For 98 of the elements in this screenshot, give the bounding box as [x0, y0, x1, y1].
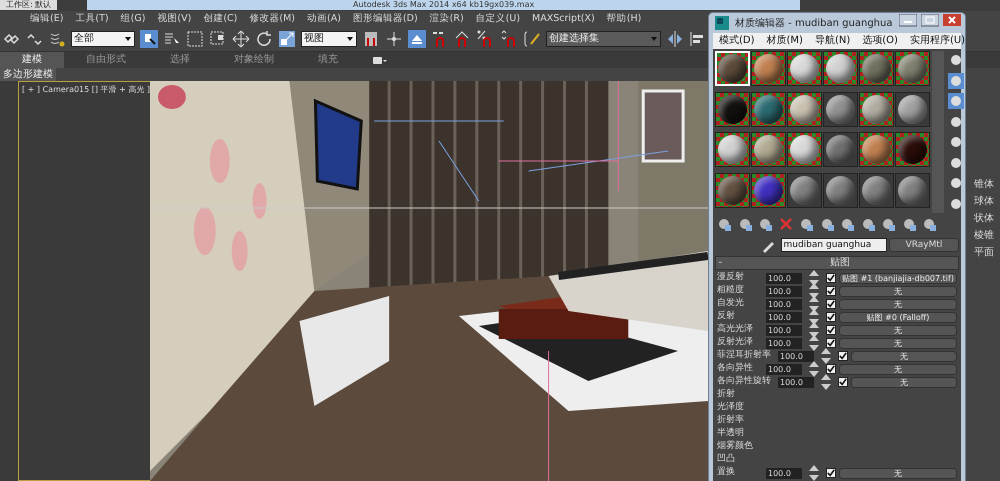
amount-field[interactable]: 100.0 [766, 272, 802, 284]
map-slot-button[interactable]: 无 [839, 298, 957, 310]
mirror-icon[interactable] [666, 30, 684, 48]
checkbox[interactable] [826, 325, 836, 335]
map-slot-button[interactable]: 无 [851, 350, 957, 362]
checkbox[interactable] [838, 351, 848, 361]
map-label: 高光光泽 [717, 323, 754, 336]
manipulate-icon[interactable] [385, 30, 403, 48]
map-label: 各向异性旋转 [717, 375, 772, 388]
menu-item[interactable]: 组(G) [114, 11, 152, 26]
ribbon-tab[interactable]: 选择 [148, 52, 212, 68]
menu-item[interactable]: 实用程序(U) [904, 33, 972, 49]
menu-item[interactable]: 自定义(U) [470, 11, 526, 26]
amount-field[interactable]: 100.0 [766, 364, 802, 374]
amount-field[interactable]: 100.0 [766, 312, 802, 322]
menu-item[interactable]: 编辑(E) [24, 11, 70, 26]
map-slot-button[interactable]: 无 [839, 286, 957, 296]
menu-item[interactable]: 创建(C) [197, 11, 244, 26]
map-label: 半透明 [717, 427, 745, 440]
edit-named-selection-icon[interactable] [523, 30, 541, 48]
command-panel-item[interactable]: 棱锥 [972, 228, 1000, 243]
amount-field[interactable]: 100.0 [766, 286, 802, 296]
collapse-toggle[interactable]: - [716, 255, 722, 270]
checkbox[interactable] [826, 286, 836, 296]
menu-item[interactable]: 选项(O) [856, 33, 904, 49]
rollout-header[interactable]: - 贴图 [715, 256, 959, 270]
panel-label: 多边形建模 [0, 68, 56, 81]
window-title: Autodesk 3ds Max 2014 x64 kb19gx039.max [87, 0, 800, 10]
ribbon-tab[interactable]: 自由形式 [64, 52, 148, 68]
map-label: 置换 [717, 466, 736, 480]
selection-filter-dropdown[interactable]: 全部 [71, 30, 135, 46]
menu-item[interactable]: 修改器(M) [243, 11, 301, 26]
material-type-button[interactable]: VRayMtl [889, 238, 959, 252]
menu-item[interactable]: 视图(V) [151, 11, 198, 26]
amount-field[interactable]: 100.0 [766, 338, 802, 348]
map-label: 反射 [717, 310, 736, 324]
keyboard-shortcut-icon[interactable] [408, 30, 426, 48]
map-label: 凹凸 [717, 453, 736, 466]
menu-item[interactable]: 导航(N) [808, 33, 856, 49]
menu-item[interactable]: MAXScript(X) [526, 11, 601, 26]
amount-field[interactable]: 100.0 [778, 376, 814, 388]
rectangle-selection-icon[interactable] [186, 30, 204, 48]
rollout-title: 贴图 [829, 256, 852, 270]
viewport-label[interactable]: [ + ] Camera015 [] 平滑 + 高光 ] [19, 82, 150, 98]
map-slot-button[interactable]: 贴图 #1 (banjiajia-db007.tif) [839, 272, 957, 284]
move-icon[interactable] [232, 30, 250, 48]
checkbox[interactable] [826, 273, 836, 283]
amount-field[interactable]: 100.0 [766, 468, 802, 478]
map-label: 折射率 [717, 414, 745, 428]
ribbon-tab[interactable]: 建模 [0, 52, 64, 68]
material-name-field[interactable]: mudiban guanghua [780, 238, 886, 252]
map-label: 折射 [717, 388, 736, 402]
checkbox[interactable] [826, 364, 836, 374]
pivot-center-icon[interactable] [362, 30, 380, 48]
map-label: 漫反射 [717, 271, 745, 284]
map-slot-button[interactable]: 无 [839, 324, 957, 336]
ribbon-tab[interactable]: 对象绘制 [212, 52, 296, 68]
checkbox[interactable] [838, 377, 848, 387]
menu-item[interactable]: 模式(D) [713, 33, 761, 49]
map-label: 菲涅耳折射率 [717, 349, 772, 362]
named-selection-dropdown[interactable]: 创建选择集 [546, 30, 661, 46]
ribbon-tab[interactable]: 填充 [296, 52, 360, 68]
map-label: 粗糙度 [717, 284, 745, 298]
menu-item[interactable]: 动画(A) [301, 11, 347, 26]
rotate-icon[interactable] [255, 30, 273, 48]
spinner-snap-icon[interactable] [500, 30, 518, 48]
menu-item[interactable]: 图形编辑器(D) [346, 11, 424, 26]
map-label: 光泽度 [717, 401, 745, 414]
map-slot-button[interactable]: 无 [851, 376, 957, 388]
map-label: 各向异性 [717, 362, 754, 376]
checkbox[interactable] [826, 312, 836, 322]
map-slot-button[interactable]: 无 [839, 364, 957, 374]
map-slot-button[interactable]: 无 [839, 338, 957, 348]
reference-coordinate-dropdown[interactable]: 视图 [301, 30, 357, 46]
checkbox[interactable] [826, 299, 836, 309]
menu-item[interactable]: 工具(T) [69, 11, 115, 26]
amount-field[interactable]: 100.0 [766, 324, 802, 336]
command-panel-item[interactable]: 状体 [972, 211, 1000, 226]
window-title: 材质编辑器 - mudiban guanghua [735, 16, 894, 30]
map-label: 烟雾颜色 [717, 440, 754, 454]
command-panel-item[interactable]: 锥体 [972, 177, 1000, 192]
menu-item[interactable]: 材质(M) [760, 33, 809, 49]
command-panel-item[interactable]: 球体 [972, 194, 1000, 209]
scale-icon[interactable] [278, 30, 296, 48]
select-object-icon[interactable] [140, 30, 158, 48]
command-panel-item[interactable]: 平面 [972, 245, 1000, 260]
menu-item[interactable]: 渲染(R) [424, 11, 470, 26]
app-logo-icon[interactable] [713, 14, 731, 32]
map-slot-button[interactable]: 无 [839, 468, 957, 478]
checkbox[interactable] [826, 468, 836, 478]
menu-item[interactable]: 帮助(H) [600, 11, 648, 26]
amount-field[interactable]: 100.0 [766, 298, 802, 310]
map-label: 自发光 [717, 297, 745, 310]
workspace-field[interactable]: 工作区: 默认 [0, 0, 58, 10]
map-slot-button[interactable]: 贴图 #0 (Falloff) [839, 312, 957, 322]
map-label: 反射光泽 [717, 336, 754, 350]
checkbox[interactable] [826, 338, 836, 348]
amount-field[interactable]: 100.0 [778, 350, 814, 362]
